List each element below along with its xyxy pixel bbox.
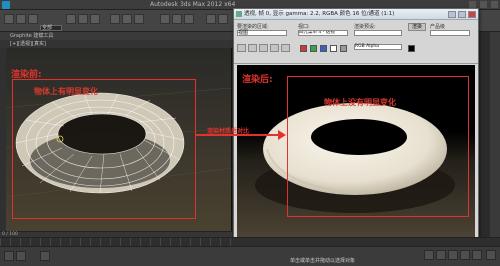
render-window-toolbar: 要渲染的区域: 视口: 渲染预设: 视图 四元菜单 4 - 透视 渲染 产品级 …: [234, 20, 478, 64]
status-prompt: 单击或单击并拖动以选择对象: [290, 258, 356, 264]
align-icon[interactable]: [218, 14, 228, 24]
graphite-ribbon[interactable]: Graphite 建模工具: [0, 32, 235, 40]
snap-icon[interactable]: [160, 14, 170, 24]
undo-icon[interactable]: [4, 14, 14, 24]
maxscript-icon[interactable]: [4, 251, 14, 261]
scale-icon[interactable]: [134, 14, 144, 24]
maximize-icon[interactable]: [480, 1, 487, 8]
region-select-icon[interactable]: [90, 14, 100, 24]
production-select[interactable]: [430, 30, 470, 36]
save-image-icon[interactable]: [237, 44, 246, 52]
color-swatch[interactable]: [408, 45, 415, 52]
window-controls: [469, 1, 498, 8]
next-frame-icon[interactable]: [460, 250, 470, 260]
zoom-icon[interactable]: [486, 250, 496, 260]
app-logo-icon[interactable]: [2, 1, 10, 9]
selection-filter-dropdown[interactable]: 全部: [40, 25, 62, 31]
move-icon[interactable]: [110, 14, 120, 24]
viewport-side-strip: [0, 48, 6, 231]
after-render-label: 渲染后:: [242, 75, 273, 85]
print-icon[interactable]: [270, 44, 279, 52]
render-window-controls: [448, 11, 476, 18]
select-by-name-icon[interactable]: [78, 14, 88, 24]
clear-icon[interactable]: [281, 44, 290, 52]
go-to-start-icon[interactable]: [424, 250, 434, 260]
area-label: 要渲染的区域:: [237, 24, 269, 30]
rotate-icon[interactable]: [122, 14, 132, 24]
play-icon[interactable]: [448, 250, 458, 260]
lock-icon[interactable]: [16, 251, 26, 261]
link-icon[interactable]: [28, 14, 38, 24]
minimize-icon[interactable]: [469, 1, 476, 8]
comparison-arrow-head: [278, 130, 286, 140]
track-bar[interactable]: [0, 237, 500, 247]
render-window-title: 透视, 帧 0, 显示 gamma: 2.2, RGBA 颜色 16 位/通道 …: [244, 11, 395, 17]
viewport-select-label: 视口:: [298, 24, 310, 30]
green-channel-icon[interactable]: [310, 45, 317, 52]
product-label: 产品级: [430, 24, 446, 30]
percent-snap-icon[interactable]: [184, 14, 194, 24]
redo-icon[interactable]: [16, 14, 26, 24]
copy-image-icon[interactable]: [248, 44, 257, 52]
status-bar: 单击或单击并拖动以选择对象: [0, 246, 500, 266]
viewport-select[interactable]: 四元菜单 4 - 透视: [298, 30, 348, 36]
viewport-label[interactable]: [+][透视][真实]: [0, 40, 235, 48]
object-changed-label: 物体上有明显变化: [34, 87, 98, 96]
preset-select[interactable]: [354, 30, 402, 36]
coordinate-icon[interactable]: [40, 251, 50, 261]
render-window-icon: [236, 11, 242, 17]
maximize-icon[interactable]: [458, 11, 466, 18]
previous-frame-icon[interactable]: [436, 250, 446, 260]
alpha-channel-icon[interactable]: [330, 45, 337, 52]
select-icon[interactable]: [66, 14, 76, 24]
clone-window-icon[interactable]: [259, 44, 268, 52]
angle-snap-icon[interactable]: [172, 14, 182, 24]
area-select[interactable]: 视图: [237, 30, 287, 36]
object-unchanged-label: 物体上没有明显变化: [324, 98, 396, 107]
comparison-arrow-label: 渲染材质后对比: [207, 128, 250, 135]
render-window-titlebar[interactable]: 透视, 帧 0, 显示 gamma: 2.2, RGBA 颜色 16 位/通道 …: [234, 9, 478, 20]
before-highlight-box: [12, 79, 196, 219]
command-panel-strip[interactable]: [490, 32, 500, 237]
mono-icon[interactable]: [340, 45, 347, 52]
render-button[interactable]: 渲染: [408, 23, 426, 31]
close-icon[interactable]: [468, 11, 476, 18]
close-icon[interactable]: [491, 1, 498, 8]
before-render-label: 渲染前:: [11, 70, 42, 80]
mirror-icon[interactable]: [206, 14, 216, 24]
minimize-icon[interactable]: [448, 11, 456, 18]
preset-label: 渲染预设:: [354, 24, 376, 30]
go-to-end-icon[interactable]: [472, 250, 482, 260]
blue-channel-icon[interactable]: [320, 45, 327, 52]
app-title: Autodesk 3ds Max 2012 x64: [150, 1, 236, 8]
channel-select[interactable]: RGB Alpha: [354, 44, 402, 50]
red-channel-icon[interactable]: [300, 45, 307, 52]
